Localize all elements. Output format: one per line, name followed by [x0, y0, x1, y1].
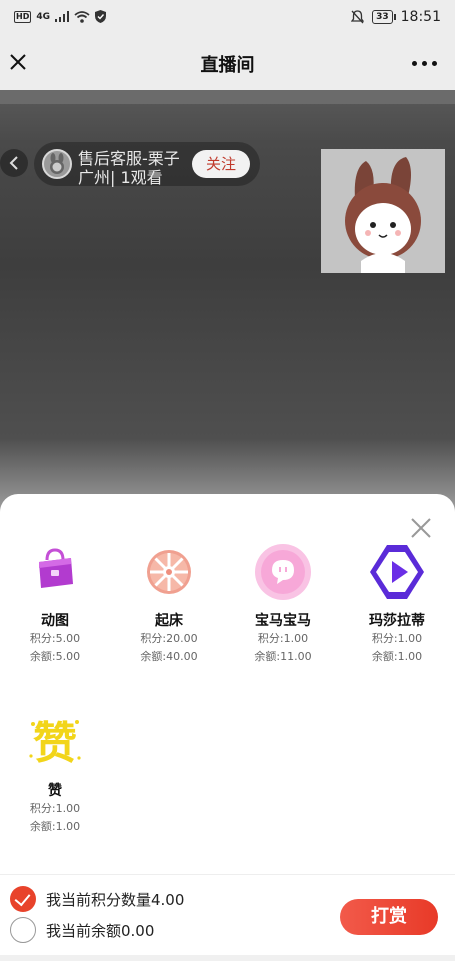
- gift-points: 积分:20.00: [140, 632, 198, 645]
- bottom-strip: [0, 955, 455, 961]
- rabbit-sticker-icon: [321, 149, 445, 273]
- network-type: 4G: [36, 11, 50, 22]
- play-icon: [370, 545, 424, 599]
- pay-option-points[interactable]: 我当前积分数量4.00: [10, 886, 184, 912]
- gift-item[interactable]: 宝马宝马 积分:1.00 余额:11.00: [228, 542, 338, 666]
- nav-bar: 直播间: [0, 38, 455, 90]
- radio-checked-icon[interactable]: [10, 886, 36, 912]
- follow-button[interactable]: 关注: [192, 150, 250, 178]
- gift-balance: 余额:5.00: [29, 650, 81, 663]
- host-location-viewers: 广州| 1观看: [78, 168, 163, 187]
- gift-balance: 余额:1.00: [371, 650, 423, 663]
- payment-bar: 我当前积分数量4.00 我当前余额0.00 打赏: [0, 874, 455, 961]
- gift-name: 宝马宝马: [255, 613, 311, 629]
- gift-points: 积分:1.00: [371, 632, 423, 645]
- gift-points: 积分:1.00: [257, 632, 309, 645]
- gift-balance: 余额:1.00: [29, 820, 81, 833]
- more-icon[interactable]: [412, 61, 437, 66]
- status-right: 33 18:51: [351, 9, 441, 25]
- hd-badge: HD: [14, 10, 32, 23]
- svg-text:赞: 赞: [33, 718, 77, 769]
- gift-points: 积分:5.00: [29, 632, 81, 645]
- gift-balance: 余额:11.00: [254, 650, 312, 663]
- gift-item[interactable]: 起床 积分:20.00 余额:40.00: [114, 542, 224, 666]
- tip-button[interactable]: 打赏: [340, 899, 438, 935]
- signal-icon: [55, 11, 69, 22]
- purple-bag-icon: [39, 548, 73, 588]
- gift-balance: 余额:40.00: [140, 650, 198, 663]
- gift-sheet: 动图 积分:5.00 余额:5.00 起床 积分:20.00 余额:40.00 …: [0, 494, 455, 874]
- chat-bubble-icon: [255, 544, 311, 600]
- pinwheel-icon: [147, 550, 191, 594]
- status-left: HD 4G: [14, 10, 106, 23]
- pay-option-balance-label: 我当前余额0.00: [46, 921, 155, 940]
- back-icon[interactable]: [0, 149, 28, 177]
- gift-item[interactable]: 玛莎拉蒂 积分:1.00 余额:1.00: [342, 542, 452, 666]
- gift-name: 起床: [155, 613, 183, 629]
- clock: 18:51: [400, 9, 441, 25]
- gift-item[interactable]: 动图 积分:5.00 余额:5.00: [0, 542, 110, 666]
- rabbit-icon: [50, 153, 64, 174]
- mute-bell-icon: [351, 10, 365, 24]
- pay-option-points-label: 我当前积分数量4.00: [46, 890, 185, 909]
- gift-item[interactable]: 赞 赞 积分:1.00 余额:1.00: [0, 712, 110, 836]
- status-bar: HD 4G 33 18:51: [0, 0, 455, 38]
- host-avatar: [42, 149, 72, 179]
- host-cam-preview[interactable]: [321, 149, 445, 273]
- shield-icon: [95, 10, 106, 23]
- host-info[interactable]: 售后客服-栗子 广州| 1观看 关注: [34, 142, 260, 187]
- close-icon[interactable]: [409, 516, 433, 540]
- page-title: 直播间: [200, 55, 255, 76]
- gift-points: 积分:1.00: [29, 802, 81, 815]
- zan-icon: 赞: [29, 718, 81, 769]
- gift-name: 动图: [41, 613, 69, 629]
- gift-name: 玛莎拉蒂: [369, 613, 425, 629]
- radio-unchecked-icon[interactable]: [10, 917, 36, 943]
- wifi-icon: [74, 10, 90, 23]
- battery-indicator: 33: [372, 10, 396, 24]
- gift-name: 赞: [48, 783, 62, 799]
- pay-option-balance[interactable]: 我当前余额0.00: [10, 917, 154, 943]
- ceiling-shade: [0, 90, 455, 104]
